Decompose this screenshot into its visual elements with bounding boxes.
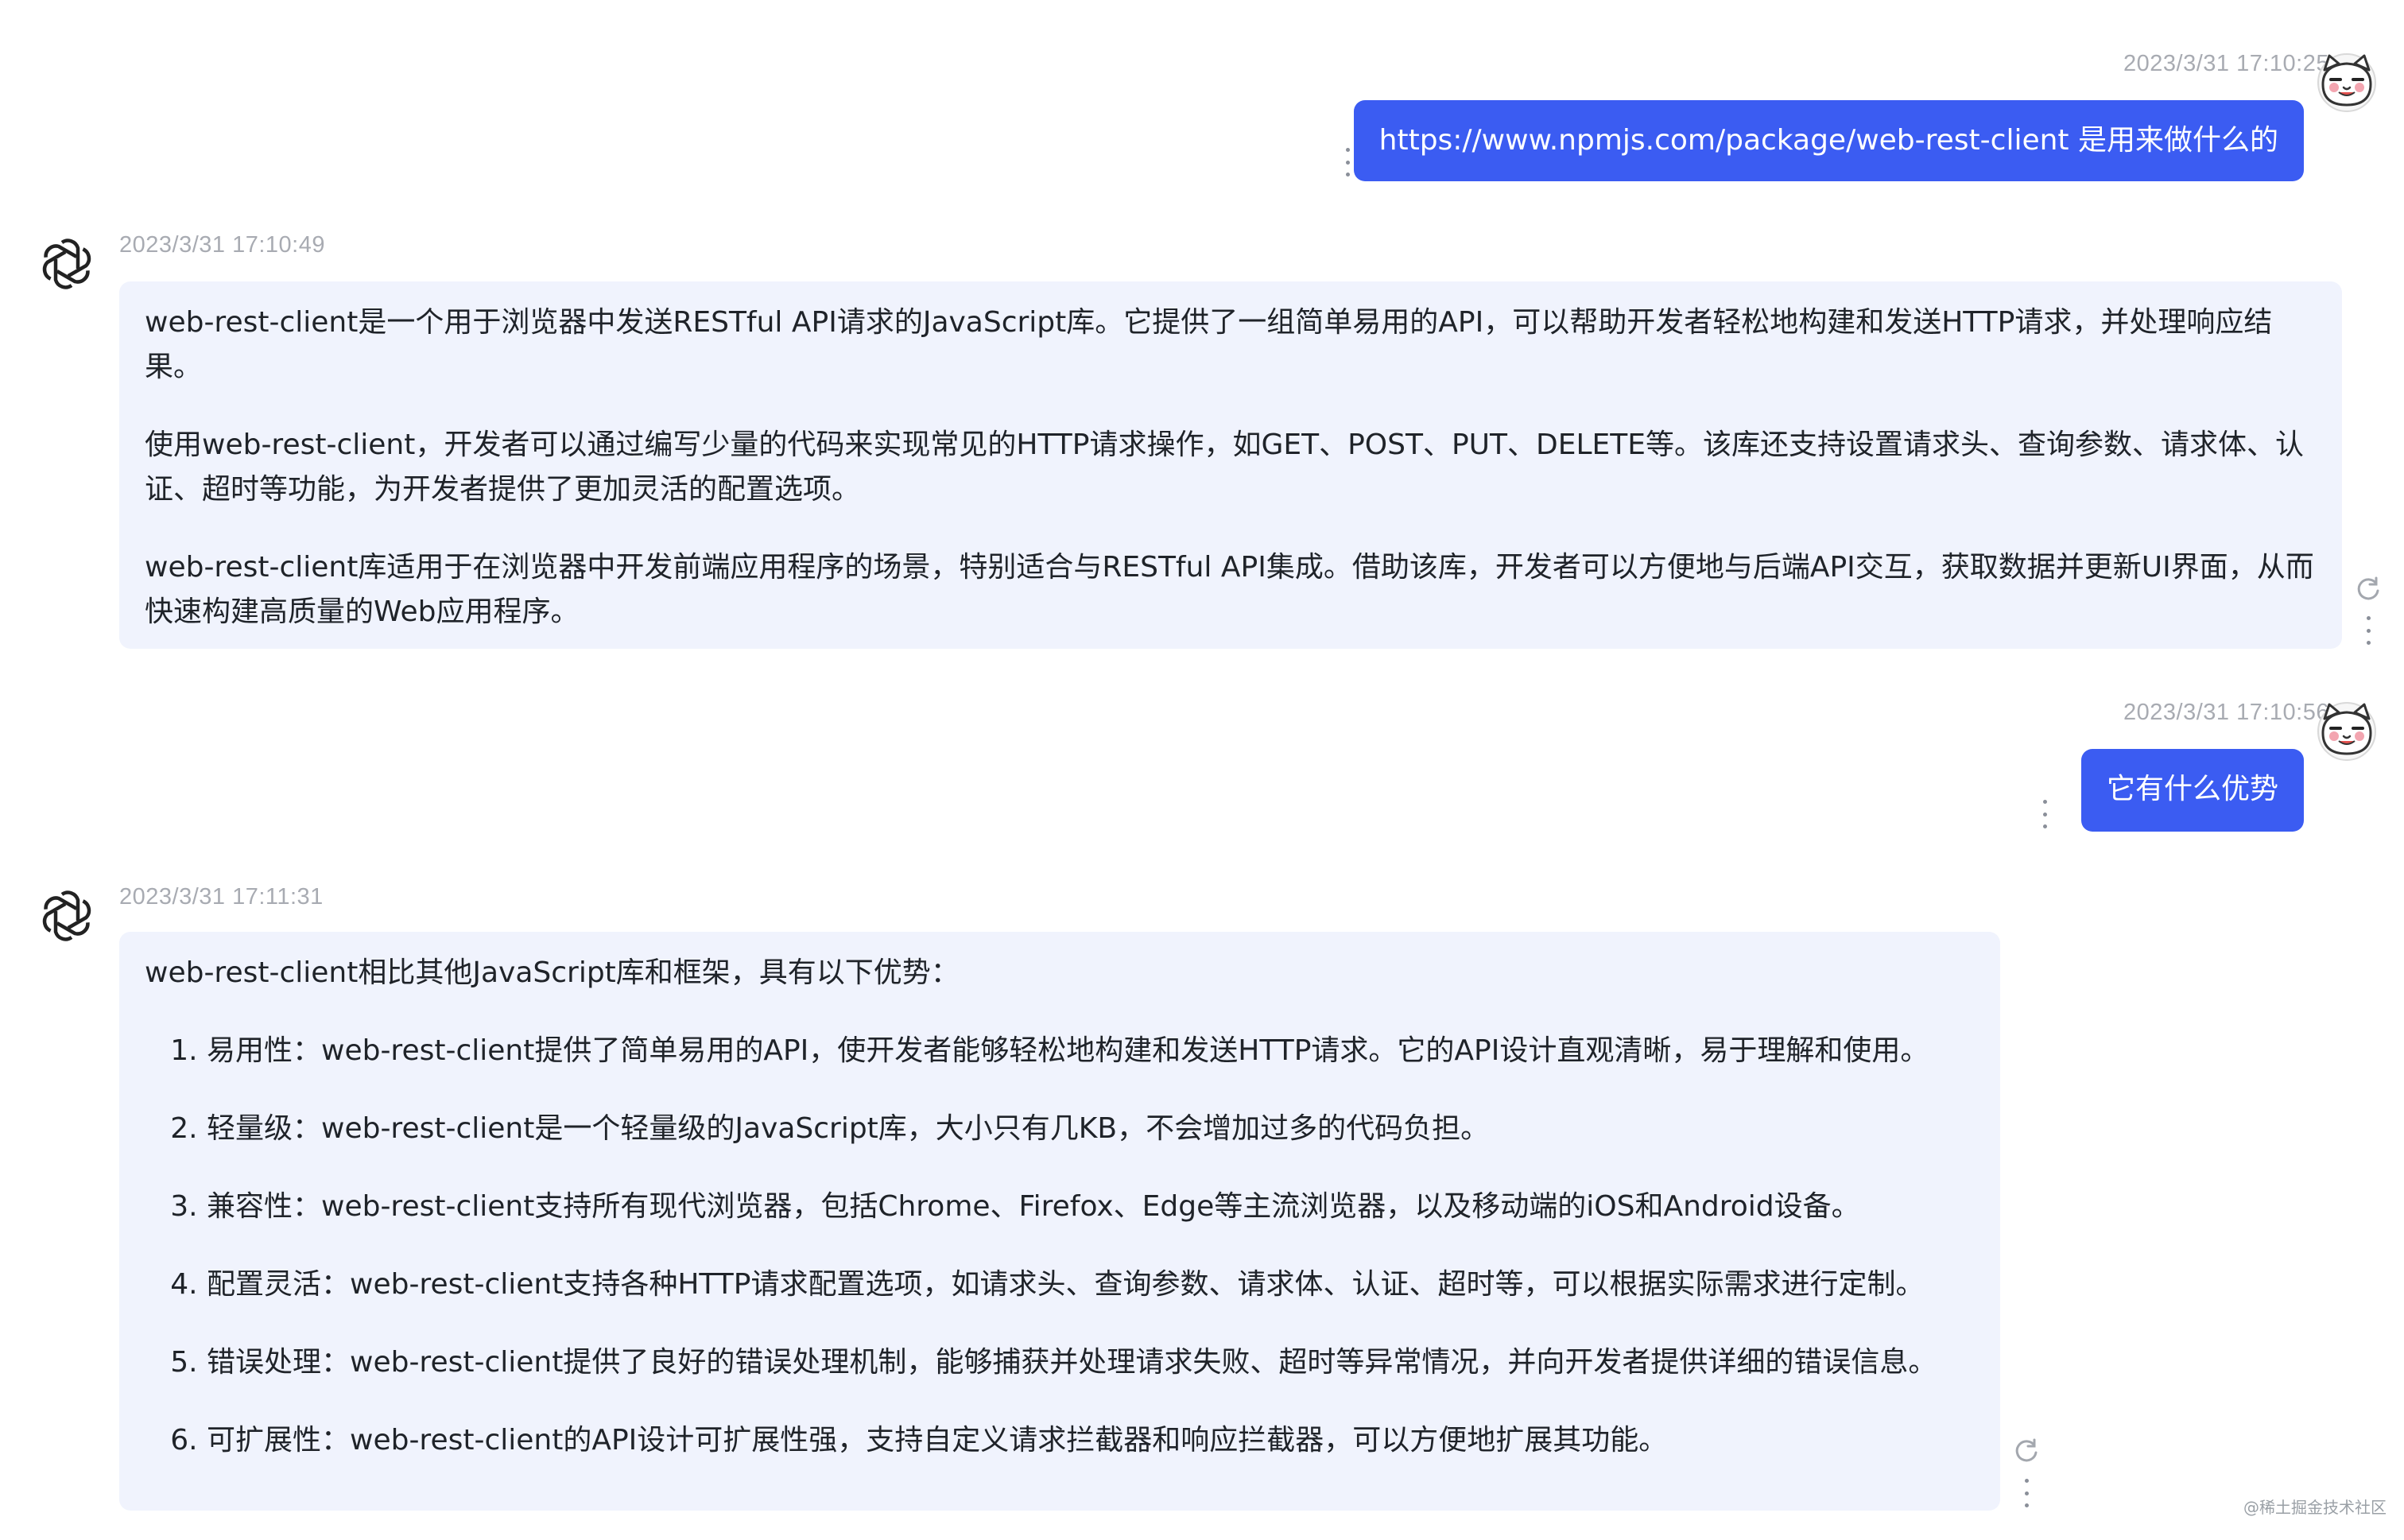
openai-logo-icon — [37, 234, 97, 294]
refresh-icon[interactable] — [2355, 576, 2382, 603]
user-message-bubble: https://www.npmjs.com/package/web-rest-c… — [1353, 100, 2304, 181]
list-item: 配置灵活：web-rest-client支持各种HTTP请求配置选项，如请求头、… — [207, 1263, 1975, 1307]
more-vertical-icon[interactable] — [1343, 148, 1352, 176]
message-timestamp: 2023/3/31 17:10:49 — [119, 232, 325, 258]
cat-avatar-icon — [2317, 701, 2377, 762]
message-paragraph: web-rest-client相比其他JavaScript库和框架，具有以下优势… — [145, 956, 960, 989]
more-vertical-icon[interactable] — [2022, 1479, 2031, 1507]
message-timestamp: 2023/3/31 17:10:25 — [2123, 51, 2329, 76]
message-timestamp: 2023/3/31 17:10:56 — [2123, 700, 2329, 725]
message-timestamp: 2023/3/31 17:11:31 — [119, 884, 324, 910]
list-item: 轻量级：web-rest-client是一个轻量级的JavaScript库，大小… — [207, 1107, 1975, 1151]
list-item: 可扩展性：web-rest-client的API设计可扩展性强，支持自定义请求拦… — [207, 1418, 1975, 1463]
advantages-list: 易用性：web-rest-client提供了简单易用的API，使开发者能够轻松地… — [145, 1029, 1975, 1463]
list-item: 错误处理：web-rest-client提供了良好的错误处理机制，能够捕获并处理… — [207, 1340, 1975, 1385]
cat-avatar-icon — [2317, 52, 2377, 113]
assistant-message-bubble: web-rest-client是一个用于浏览器中发送RESTful API请求的… — [119, 281, 2342, 649]
list-item: 兼容性：web-rest-client支持所有现代浏览器，包括Chrome、Fi… — [207, 1185, 1975, 1229]
user-message-bubble: 它有什么优势 — [2080, 749, 2304, 832]
assistant-message-bubble: web-rest-client相比其他JavaScript库和框架，具有以下优势… — [119, 932, 2000, 1511]
more-vertical-icon[interactable] — [2363, 616, 2373, 645]
openai-logo-icon — [37, 886, 97, 946]
message-paragraph: web-rest-client库适用于在浏览器中开发前端应用程序的场景，特别适合… — [145, 551, 2314, 628]
message-paragraph: web-rest-client是一个用于浏览器中发送RESTful API请求的… — [145, 306, 2273, 383]
watermark: @稀土掘金技术社区 — [2243, 1498, 2387, 1517]
more-vertical-icon[interactable] — [2040, 800, 2049, 828]
message-paragraph: 使用web-rest-client，开发者可以通过编写少量的代码来实现常见的HT… — [145, 429, 2305, 506]
refresh-icon[interactable] — [2013, 1437, 2040, 1464]
list-item: 易用性：web-rest-client提供了简单易用的API，使开发者能够轻松地… — [207, 1029, 1975, 1073]
